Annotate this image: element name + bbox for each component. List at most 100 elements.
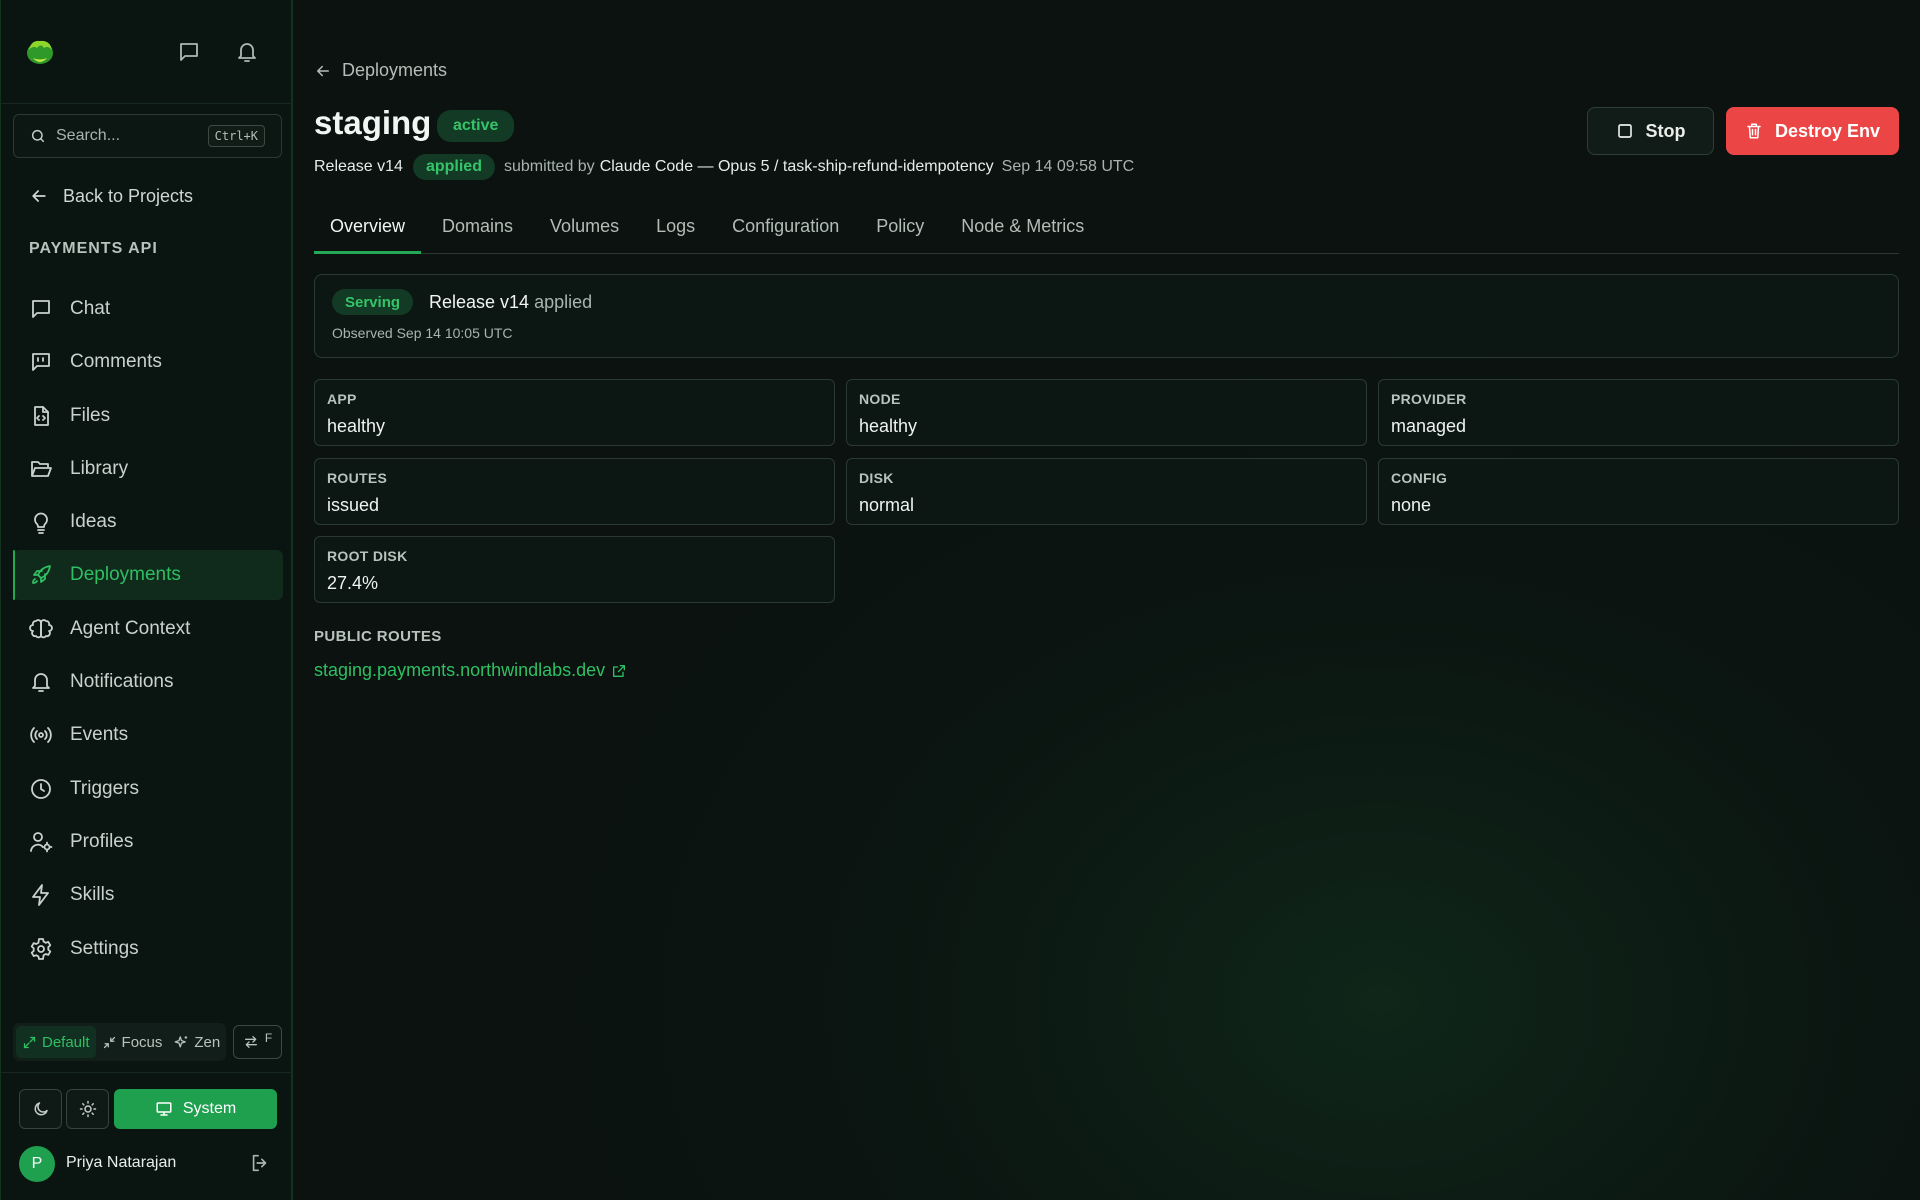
sidebar-item-label: Triggers bbox=[70, 777, 139, 799]
public-route-link[interactable]: staging.payments.northwindlabs.dev bbox=[314, 660, 627, 681]
zap-icon bbox=[32, 884, 49, 907]
rocket-icon bbox=[32, 565, 51, 585]
trash-icon bbox=[1747, 123, 1761, 139]
stop-button[interactable]: Stop bbox=[1587, 107, 1714, 155]
comments-icon bbox=[32, 353, 50, 372]
sidebar-item-agent-context[interactable]: Agent Context bbox=[13, 604, 283, 654]
tab-configuration[interactable]: Configuration bbox=[716, 208, 855, 254]
release-summary: Release v14 applied submitted by Claude … bbox=[314, 154, 1134, 180]
sidebar-item-settings[interactable]: Settings bbox=[13, 924, 283, 974]
release-name: Release v14 bbox=[314, 158, 403, 175]
serving-release-suffix: applied bbox=[534, 292, 593, 312]
page-title: staging bbox=[314, 104, 432, 141]
public-routes-heading: PUBLIC ROUTES bbox=[314, 628, 442, 645]
theme-dark-button[interactable] bbox=[19, 1089, 62, 1129]
sidebar-item-skills[interactable]: Skills bbox=[13, 870, 283, 920]
stat-card-root-disk: ROOT DISK 27.4% bbox=[314, 536, 835, 603]
bell-icon bbox=[32, 673, 50, 692]
swap-layout-button[interactable]: F bbox=[233, 1025, 282, 1059]
search-shortcut: Ctrl+K bbox=[207, 125, 265, 147]
sidebar-item-files[interactable]: Files bbox=[13, 391, 283, 441]
sidebar-nav: Chat Comments Files Library Ideas Deploy… bbox=[13, 284, 283, 977]
stat-value: issued bbox=[327, 495, 380, 515]
public-route-url: staging.payments.northwindlabs.dev bbox=[314, 660, 606, 680]
search-placeholder: Search... bbox=[56, 127, 121, 144]
file-code-icon bbox=[34, 405, 49, 426]
stat-label: DISK bbox=[859, 470, 894, 486]
sidebar-item-label: Profiles bbox=[70, 830, 134, 852]
breadcrumb[interactable]: Deployments bbox=[314, 60, 447, 81]
serving-badge: Serving bbox=[332, 289, 414, 315]
serving-release: Release v14 applied bbox=[429, 292, 592, 313]
sidebar-item-comments[interactable]: Comments bbox=[13, 337, 283, 387]
back-to-projects-link[interactable]: Back to Projects bbox=[29, 184, 193, 208]
stat-label: PROVIDER bbox=[1391, 391, 1467, 407]
sidebar-item-label: Agent Context bbox=[70, 617, 191, 639]
tab-node-metrics[interactable]: Node & Metrics bbox=[945, 208, 1100, 254]
mode-zen-button[interactable]: Zen bbox=[168, 1026, 226, 1058]
destroy-label: Destroy Env bbox=[1774, 120, 1881, 141]
stat-value: 27.4% bbox=[327, 573, 379, 593]
external-link-icon bbox=[613, 664, 626, 677]
sidebar-item-notifications[interactable]: Notifications bbox=[13, 657, 283, 707]
mode-focus-button[interactable]: Focus bbox=[96, 1026, 169, 1058]
sidebar-item-library[interactable]: Library bbox=[13, 444, 283, 494]
search-input[interactable]: Search... Ctrl+K bbox=[13, 114, 282, 158]
tab-logs[interactable]: Logs bbox=[640, 208, 711, 254]
arrow-left-icon bbox=[317, 65, 329, 76]
clock-icon bbox=[31, 778, 51, 799]
sidebar-item-events[interactable]: Events bbox=[13, 710, 283, 760]
brain-icon bbox=[29, 618, 53, 638]
observed-timestamp: Observed Sep 14 10:05 UTC bbox=[332, 325, 513, 341]
sidebar: Search... Ctrl+K Back to Projects PAYMEN… bbox=[0, 0, 293, 1200]
sidebar-item-label: Events bbox=[70, 724, 129, 746]
sidebar-item-label: Chat bbox=[70, 298, 111, 319]
theme-system-label: System bbox=[182, 1100, 237, 1117]
user-name: Priya Natarajan bbox=[66, 1154, 177, 1171]
tab-bar: Overview Domains Volumes Logs Configurat… bbox=[314, 208, 1899, 254]
sidebar-item-ideas[interactable]: Ideas bbox=[13, 497, 283, 547]
sidebar-item-label: Ideas bbox=[70, 511, 117, 533]
expand-icon bbox=[23, 1036, 36, 1048]
sidebar-item-label: Deployments bbox=[70, 564, 181, 586]
sidebar-item-profiles[interactable]: Profiles bbox=[13, 817, 283, 867]
tab-policy[interactable]: Policy bbox=[860, 208, 940, 254]
chat-icon[interactable] bbox=[173, 36, 205, 68]
stat-card-disk: DISK normal bbox=[846, 458, 1367, 525]
sidebar-item-deployments[interactable]: Deployments bbox=[13, 550, 283, 601]
project-title: PAYMENTS API bbox=[29, 240, 158, 257]
sidebar-item-label: Settings bbox=[70, 937, 139, 959]
tab-volumes[interactable]: Volumes bbox=[534, 208, 635, 254]
bell-icon[interactable] bbox=[231, 36, 263, 68]
tab-overview[interactable]: Overview bbox=[314, 208, 422, 254]
folder-open-icon bbox=[31, 460, 52, 477]
stat-value: healthy bbox=[859, 416, 918, 436]
stat-card-config: CONFIG none bbox=[1378, 458, 1899, 525]
sidebar-item-chat[interactable]: Chat bbox=[13, 284, 283, 334]
lightbulb-icon bbox=[34, 512, 48, 535]
sidebar-item-triggers[interactable]: Triggers bbox=[13, 764, 283, 814]
breadcrumb-label: Deployments bbox=[342, 60, 448, 80]
tab-domains[interactable]: Domains bbox=[426, 208, 529, 254]
stat-label: APP bbox=[327, 391, 357, 407]
logout-icon[interactable] bbox=[249, 1152, 271, 1179]
chat-icon bbox=[32, 300, 50, 318]
swap-key-hint: F bbox=[264, 1031, 273, 1045]
mode-default-label: Default bbox=[42, 1033, 90, 1051]
stat-value: managed bbox=[1391, 416, 1467, 436]
stat-value: healthy bbox=[327, 416, 386, 436]
stat-card-app: APP healthy bbox=[314, 379, 835, 446]
view-mode-switcher: Default Focus Zen bbox=[13, 1023, 226, 1061]
mode-default-button[interactable]: Default bbox=[16, 1026, 96, 1058]
theme-light-button[interactable] bbox=[66, 1089, 109, 1129]
submitted-at: Sep 14 09:58 UTC bbox=[1001, 158, 1135, 175]
gear-icon bbox=[30, 937, 52, 960]
broadcast-icon bbox=[30, 727, 52, 744]
theme-system-button[interactable]: System bbox=[114, 1089, 277, 1129]
destroy-env-button[interactable]: Destroy Env bbox=[1726, 107, 1899, 155]
app-logo[interactable] bbox=[23, 36, 57, 68]
back-to-projects-label: Back to Projects bbox=[63, 185, 194, 206]
stop-label: Stop bbox=[1645, 120, 1686, 141]
avatar[interactable]: P bbox=[19, 1146, 55, 1182]
stop-icon bbox=[1617, 124, 1632, 138]
